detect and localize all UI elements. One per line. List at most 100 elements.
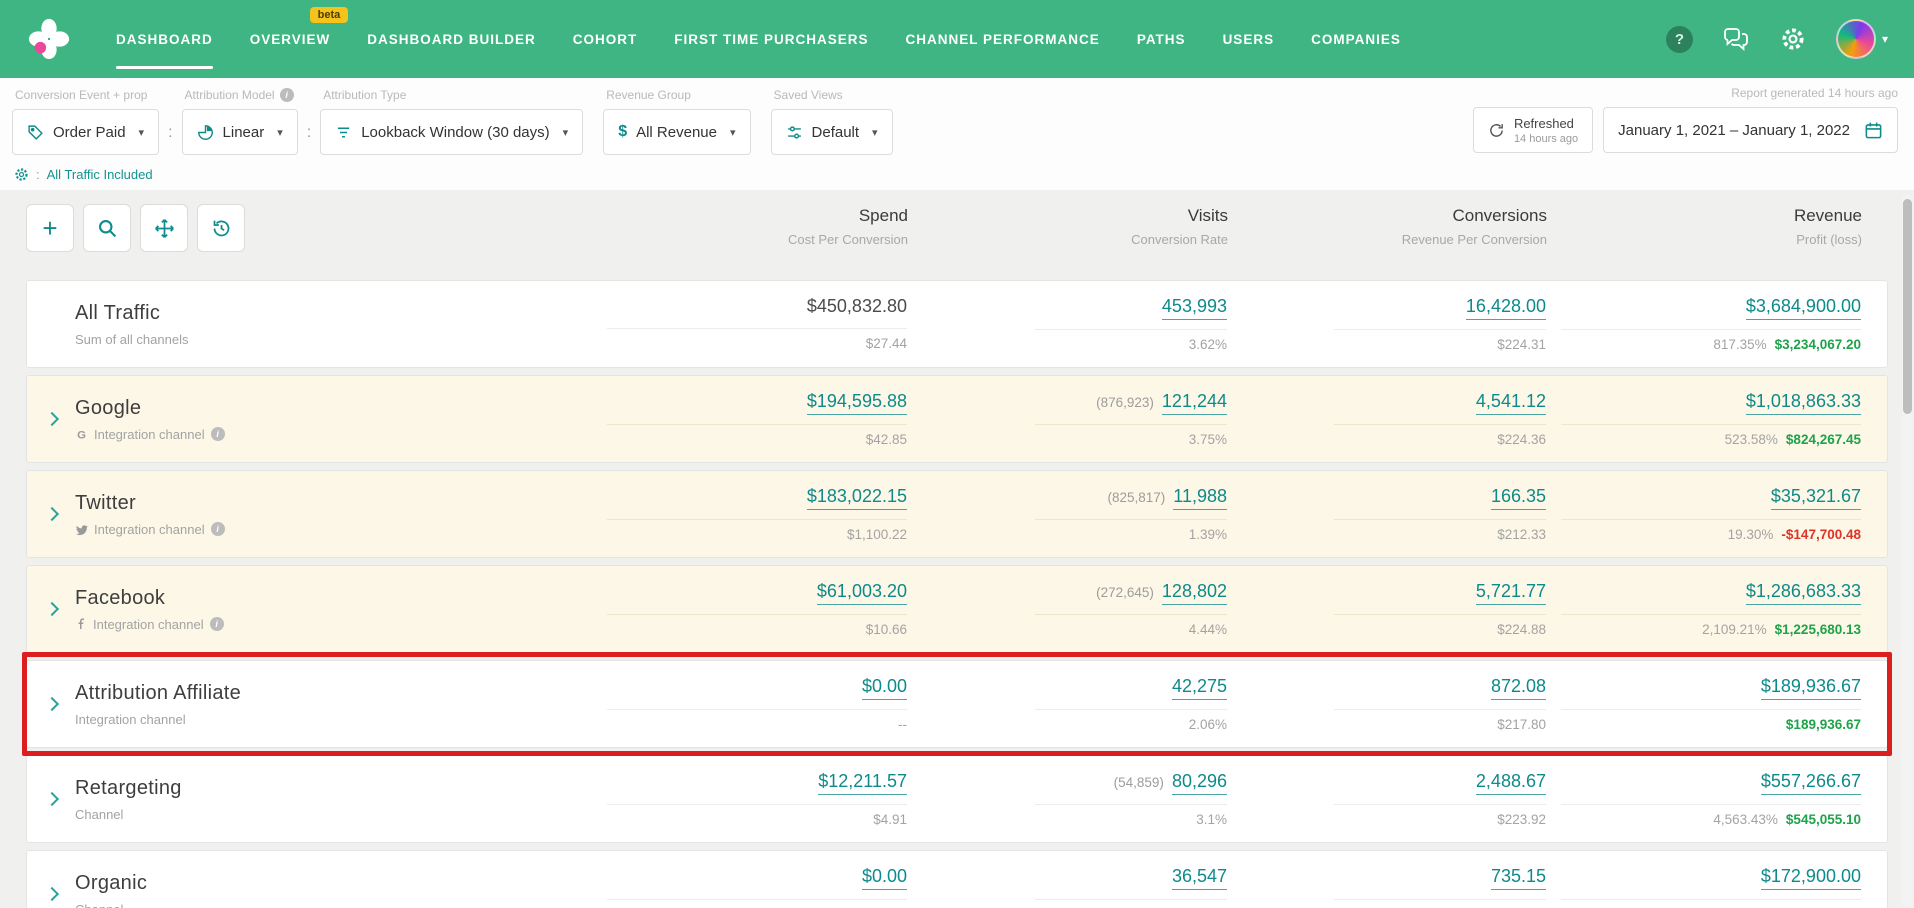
refresh-icon bbox=[1488, 122, 1505, 139]
channel-type-label: Integration channel bbox=[93, 617, 204, 632]
revenue-value[interactable]: $189,936.67 bbox=[1761, 676, 1861, 700]
conversions-value[interactable]: 4,541.12 bbox=[1476, 391, 1546, 415]
conversions-value[interactable]: 872.08 bbox=[1491, 676, 1546, 700]
expand-chevron-icon[interactable] bbox=[45, 792, 59, 806]
column-header-revenue[interactable]: Revenue Profit (loss) bbox=[1794, 206, 1862, 247]
visits-value[interactable]: 453,993 bbox=[1162, 296, 1227, 320]
attribution-model-group: Attribution Model i Linear ▾ bbox=[182, 86, 298, 155]
add-button[interactable]: + bbox=[26, 204, 74, 252]
nav-item[interactable]: OVERVIEW beta bbox=[250, 0, 331, 78]
nav-item[interactable]: DASHBOARD bbox=[116, 0, 213, 78]
info-icon[interactable]: i bbox=[280, 88, 294, 102]
visits-value[interactable]: 80,296 bbox=[1172, 771, 1227, 795]
settings-gear-icon[interactable] bbox=[1780, 26, 1806, 52]
table-row[interactable]: Attribution Affiliate Integration channe… bbox=[26, 660, 1888, 748]
info-icon[interactable]: i bbox=[211, 427, 225, 441]
channel-type-label: Integration channel bbox=[94, 427, 205, 442]
table-row[interactable]: Google G Integration channel i $194,595.… bbox=[26, 375, 1888, 463]
column-header-spend[interactable]: Spend Cost Per Conversion bbox=[788, 206, 908, 247]
revenue-value[interactable]: $557,266.67 bbox=[1761, 771, 1861, 795]
history-button[interactable] bbox=[197, 204, 245, 252]
info-icon[interactable]: i bbox=[211, 522, 225, 536]
revenue-per-conversion-value: $212.33 bbox=[1334, 527, 1546, 542]
avatar[interactable] bbox=[1836, 19, 1876, 59]
channel-name: Organic bbox=[75, 872, 147, 895]
expand-chevron-icon[interactable] bbox=[45, 887, 59, 901]
visits-value[interactable]: 36,547 bbox=[1172, 866, 1227, 890]
beta-badge: beta bbox=[310, 7, 349, 23]
refresh-title: Refreshed bbox=[1514, 116, 1578, 131]
nav-item-label: OVERVIEW bbox=[250, 32, 331, 47]
column-header-conversions[interactable]: Conversions Revenue Per Conversion bbox=[1402, 206, 1547, 247]
expand-chevron-icon[interactable] bbox=[45, 602, 59, 616]
revenue-cell: $172,900.00 $172,900.00 bbox=[1561, 866, 1861, 908]
vertical-scrollbar[interactable] bbox=[1902, 195, 1913, 908]
revenue-value[interactable]: $35,321.67 bbox=[1771, 486, 1861, 510]
table-row[interactable]: Twitter Integration channel i $183,022.1… bbox=[26, 470, 1888, 558]
expand-chevron-icon[interactable] bbox=[45, 412, 59, 426]
revenue-value[interactable]: $1,286,683.33 bbox=[1746, 581, 1861, 605]
attribution-type-dropdown[interactable]: Lookback Window (30 days) ▾ bbox=[320, 109, 583, 155]
nav-item[interactable]: FIRST TIME PURCHASERS bbox=[674, 0, 868, 78]
conversions-value[interactable]: 735.15 bbox=[1491, 866, 1546, 890]
app-logo-icon[interactable] bbox=[26, 16, 72, 62]
channel-name: Facebook bbox=[75, 587, 224, 610]
traffic-filter-note[interactable]: : All Traffic Included bbox=[14, 167, 153, 182]
conversions-value[interactable]: 2,488.67 bbox=[1476, 771, 1546, 795]
table-row[interactable]: Retargeting Channel $12,211.57 $4.91 (54… bbox=[26, 755, 1888, 843]
refresh-button[interactable]: Refreshed 14 hours ago bbox=[1473, 107, 1593, 153]
revenue-value[interactable]: $172,900.00 bbox=[1761, 866, 1861, 890]
conversion-event-value: Order Paid bbox=[53, 124, 126, 141]
revenue-value[interactable]: $3,684,900.00 bbox=[1746, 296, 1861, 320]
spend-value[interactable]: $0.00 bbox=[862, 676, 907, 700]
spend-value[interactable]: $450,832.80 bbox=[807, 296, 907, 319]
user-menu[interactable]: ▾ bbox=[1836, 19, 1888, 59]
table-row[interactable]: Facebook Integration channel i $61,003.2… bbox=[26, 565, 1888, 653]
table-body: All Traffic Sum of all channels $450,832… bbox=[26, 280, 1888, 908]
attribution-model-dropdown[interactable]: Linear ▾ bbox=[182, 109, 298, 155]
spend-cell: $194,595.88 $42.85 bbox=[607, 391, 907, 447]
profit-amount: $3,234,067.20 bbox=[1775, 337, 1861, 352]
spend-value[interactable]: $183,022.15 bbox=[807, 486, 907, 510]
nav-item[interactable]: DASHBOARD BUILDER bbox=[367, 0, 536, 78]
revenue-value[interactable]: $1,018,863.33 bbox=[1746, 391, 1861, 415]
column-header-visits[interactable]: Visits Conversion Rate bbox=[1131, 206, 1228, 247]
search-button[interactable] bbox=[83, 204, 131, 252]
table-row[interactable]: All Traffic Sum of all channels $450,832… bbox=[26, 280, 1888, 368]
spend-value[interactable]: $61,003.20 bbox=[817, 581, 907, 605]
move-button[interactable] bbox=[140, 204, 188, 252]
visits-value[interactable]: 128,802 bbox=[1162, 581, 1227, 605]
attribution-type-value: Lookback Window (30 days) bbox=[361, 124, 549, 141]
conversions-cell: 5,721.77 $224.88 bbox=[1334, 581, 1546, 637]
saved-views-dropdown[interactable]: Default ▾ bbox=[771, 109, 893, 155]
spend-value[interactable]: $194,595.88 bbox=[807, 391, 907, 415]
tag-icon bbox=[27, 124, 44, 141]
expand-chevron-icon[interactable] bbox=[45, 697, 59, 711]
nav-items: DASHBOARD OVERVIEW beta DASHBOARD BUILDE… bbox=[116, 0, 1401, 78]
conversions-value[interactable]: 16,428.00 bbox=[1466, 296, 1546, 320]
expand-chevron-icon[interactable] bbox=[45, 507, 59, 521]
nav-item[interactable]: CHANNEL PERFORMANCE bbox=[906, 0, 1100, 78]
note-separator: : bbox=[36, 167, 40, 182]
chat-icon[interactable] bbox=[1723, 27, 1750, 51]
nav-item[interactable]: COMPANIES bbox=[1311, 0, 1401, 78]
spend-value[interactable]: $12,211.57 bbox=[818, 771, 907, 795]
table-row[interactable]: Organic Channel $0.00 -- 36,547 2.01% 73… bbox=[26, 850, 1888, 908]
conversions-value[interactable]: 5,721.77 bbox=[1476, 581, 1546, 605]
conversion-rate-value: 3.62% bbox=[1035, 337, 1227, 352]
info-icon[interactable]: i bbox=[210, 617, 224, 631]
spend-value[interactable]: $0.00 bbox=[862, 866, 907, 890]
scrollbar-thumb[interactable] bbox=[1903, 199, 1912, 414]
nav-item[interactable]: USERS bbox=[1223, 0, 1275, 78]
date-range-picker[interactable]: January 1, 2021 – January 1, 2022 bbox=[1603, 107, 1898, 153]
conversion-event-dropdown[interactable]: Order Paid ▾ bbox=[12, 109, 159, 155]
help-icon[interactable]: ? bbox=[1666, 26, 1693, 53]
visits-value[interactable]: 42,275 bbox=[1172, 676, 1227, 700]
conversions-value[interactable]: 166.35 bbox=[1491, 486, 1546, 510]
visits-value[interactable]: 121,244 bbox=[1162, 391, 1227, 415]
visits-value[interactable]: 11,988 bbox=[1173, 486, 1227, 510]
nav-item[interactable]: COHORT bbox=[573, 0, 638, 78]
nav-item[interactable]: PATHS bbox=[1137, 0, 1186, 78]
revenue-group-dropdown[interactable]: $ All Revenue ▾ bbox=[603, 109, 750, 155]
nav-item-label: DASHBOARD bbox=[116, 32, 213, 47]
